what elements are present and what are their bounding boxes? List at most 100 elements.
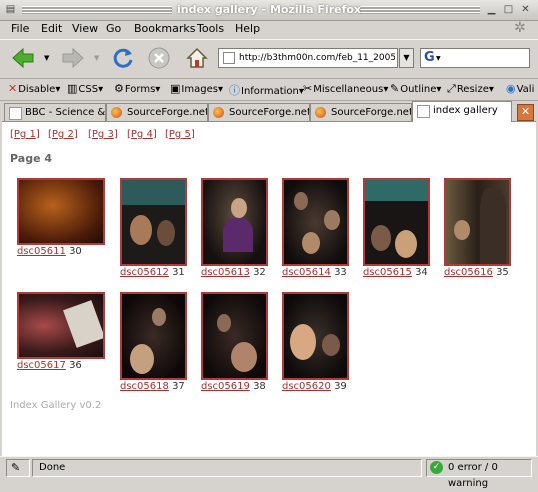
- photo-link[interactable]: dsc05615: [363, 267, 412, 278]
- photo-thumbnail[interactable]: [363, 178, 430, 266]
- forward-arrow-icon[interactable]: [60, 45, 86, 71]
- tab-label: SourceForge.net...: [127, 107, 208, 118]
- photo-link[interactable]: dsc05617: [17, 360, 66, 371]
- photo-thumbnail[interactable]: [282, 292, 349, 380]
- photo-caption: dsc05613 32: [201, 267, 266, 278]
- home-icon[interactable]: [184, 45, 210, 71]
- search-engine-dropdown-icon[interactable]: ▼: [436, 55, 441, 62]
- back-dropdown-icon[interactable]: ▼: [44, 54, 49, 62]
- tab-sourceforge-3[interactable]: SourceForge.net...: [310, 103, 412, 122]
- page-link-4[interactable]: [Pg 4]: [127, 129, 157, 140]
- reload-icon[interactable]: [110, 45, 136, 71]
- forms-menu[interactable]: ⚙Forms▾: [114, 82, 160, 95]
- forward-dropdown-icon[interactable]: ▼: [94, 54, 99, 62]
- menu-bar: File Edit View Go Bookmarks Tools Help ✲: [0, 20, 538, 38]
- tab-sourceforge-2[interactable]: SourceForge.net...: [208, 103, 310, 122]
- firefox-icon: [111, 107, 122, 118]
- photo-link[interactable]: dsc05618: [120, 381, 169, 392]
- url-bar[interactable]: [218, 48, 398, 68]
- images-menu[interactable]: ▣Images▾: [170, 82, 223, 95]
- images-label: Images: [181, 84, 218, 95]
- menu-view[interactable]: View: [72, 22, 98, 35]
- miscellaneous-icon: ✂: [303, 82, 313, 95]
- tab-label: index gallery: [433, 105, 498, 116]
- web-developer-toolbar: ✕Disable▾ ▥CSS▾ ⚙Forms▾ ▣Images▾ ⓘInform…: [0, 78, 538, 101]
- stop-icon[interactable]: [146, 45, 172, 71]
- photo-caption: dsc05616 35: [444, 267, 509, 278]
- menu-bookmarks[interactable]: Bookmarks: [134, 22, 195, 35]
- status-security-box[interactable]: ✎: [6, 459, 30, 477]
- photo-number: 34: [415, 267, 428, 278]
- photo-thumbnail[interactable]: [17, 292, 105, 359]
- outline-label: Outline: [400, 84, 437, 95]
- photo-thumbnail[interactable]: [282, 178, 349, 266]
- validation-status[interactable]: ✓ 0 error / 0 warning: [426, 459, 532, 489]
- photo-thumbnail[interactable]: [201, 178, 268, 266]
- tab-sourceforge-1[interactable]: SourceForge.net...: [106, 103, 208, 122]
- google-g-icon[interactable]: G: [424, 50, 435, 65]
- close-icon[interactable]: ✕: [519, 3, 532, 16]
- url-dropdown-icon[interactable]: ▼: [399, 48, 414, 68]
- css-menu[interactable]: ▥CSS▾: [67, 82, 103, 95]
- page-link-1[interactable]: [Pg 1]: [10, 129, 40, 140]
- outline-menu[interactable]: ✎Outline▾: [390, 82, 441, 95]
- menu-file[interactable]: File: [11, 22, 29, 35]
- navigation-toolbar: ▼ ▼ ▼ G ▼: [0, 39, 538, 79]
- tab-index-gallery[interactable]: index gallery: [412, 101, 512, 122]
- window-titlebar[interactable]: ▤ index gallery - Mozilla Firefox ▁ □ ✕: [0, 0, 538, 21]
- photo-link[interactable]: dsc05612: [120, 267, 169, 278]
- menu-edit[interactable]: Edit: [41, 22, 62, 35]
- photo-link[interactable]: dsc05619: [201, 381, 250, 392]
- menu-tools[interactable]: Tools: [197, 22, 224, 35]
- miscellaneous-menu[interactable]: ✂Miscellaneous▾: [303, 82, 388, 95]
- photo-link[interactable]: dsc05620: [282, 381, 331, 392]
- validation-icon: ◉: [506, 82, 516, 95]
- tab-bbc[interactable]: BBC - Science &...: [4, 103, 106, 122]
- photo-link[interactable]: dsc05616: [444, 267, 493, 278]
- url-input[interactable]: [239, 51, 395, 65]
- photo-link[interactable]: dsc05613: [201, 267, 250, 278]
- information-menu[interactable]: ⓘInformation▾: [229, 82, 304, 98]
- search-box[interactable]: G ▼: [420, 48, 530, 68]
- menu-go[interactable]: Go: [106, 22, 121, 35]
- photo-caption: dsc05611 30: [17, 246, 82, 257]
- photo-caption: dsc05614 33: [282, 267, 347, 278]
- photo-number: 36: [69, 360, 82, 371]
- photo-caption: dsc05617 36: [17, 360, 82, 371]
- photo-caption: dsc05619 38: [201, 381, 266, 392]
- information-label: Information: [241, 86, 299, 97]
- photo-thumbnail[interactable]: [17, 178, 105, 245]
- disable-menu[interactable]: ✕Disable▾: [8, 82, 60, 95]
- tab-label: SourceForge.net...: [229, 107, 310, 118]
- photo-thumbnail[interactable]: [120, 292, 187, 380]
- photo-thumbnail[interactable]: [201, 292, 268, 380]
- firefox-icon: [315, 107, 326, 118]
- close-tab-icon[interactable]: ✕: [517, 104, 534, 121]
- resize-menu[interactable]: ⤢Resize▾: [447, 82, 494, 96]
- photo-thumbnail[interactable]: [444, 178, 511, 266]
- page-heading: Page 4: [10, 152, 53, 165]
- page-link-2[interactable]: [Pg 2]: [48, 129, 78, 140]
- maximize-icon[interactable]: □: [502, 3, 515, 16]
- forms-icon: ⚙: [114, 82, 124, 95]
- throbber-icon: ✲: [514, 20, 526, 36]
- validation-status-label: 0 error / 0 warning: [448, 462, 498, 489]
- css-icon: ▥: [67, 82, 78, 95]
- pencil-icon: ✎: [11, 461, 21, 474]
- forms-label: Forms: [124, 84, 156, 95]
- page-content: [Pg 1] [Pg 2] [Pg 3] [Pg 4] [Pg 5] Page …: [2, 121, 536, 456]
- page-link-5[interactable]: [Pg 5]: [165, 129, 195, 140]
- photo-thumbnail[interactable]: [120, 178, 187, 266]
- menu-help[interactable]: Help: [235, 22, 260, 35]
- minimize-icon[interactable]: ▁: [485, 3, 498, 16]
- photo-caption: dsc05615 34: [363, 267, 428, 278]
- photo-caption: dsc05612 31: [120, 267, 185, 278]
- page-link-3[interactable]: [Pg 3]: [88, 129, 118, 140]
- photo-link[interactable]: dsc05614: [282, 267, 331, 278]
- status-bar: ✎ Done ✓ 0 error / 0 warning: [0, 456, 538, 489]
- photo-caption: dsc05620 39: [282, 381, 347, 392]
- information-icon: ⓘ: [229, 84, 240, 97]
- back-arrow-icon[interactable]: [10, 45, 36, 71]
- validation-menu[interactable]: ◉Vali: [506, 82, 534, 95]
- photo-link[interactable]: dsc05611: [17, 246, 66, 257]
